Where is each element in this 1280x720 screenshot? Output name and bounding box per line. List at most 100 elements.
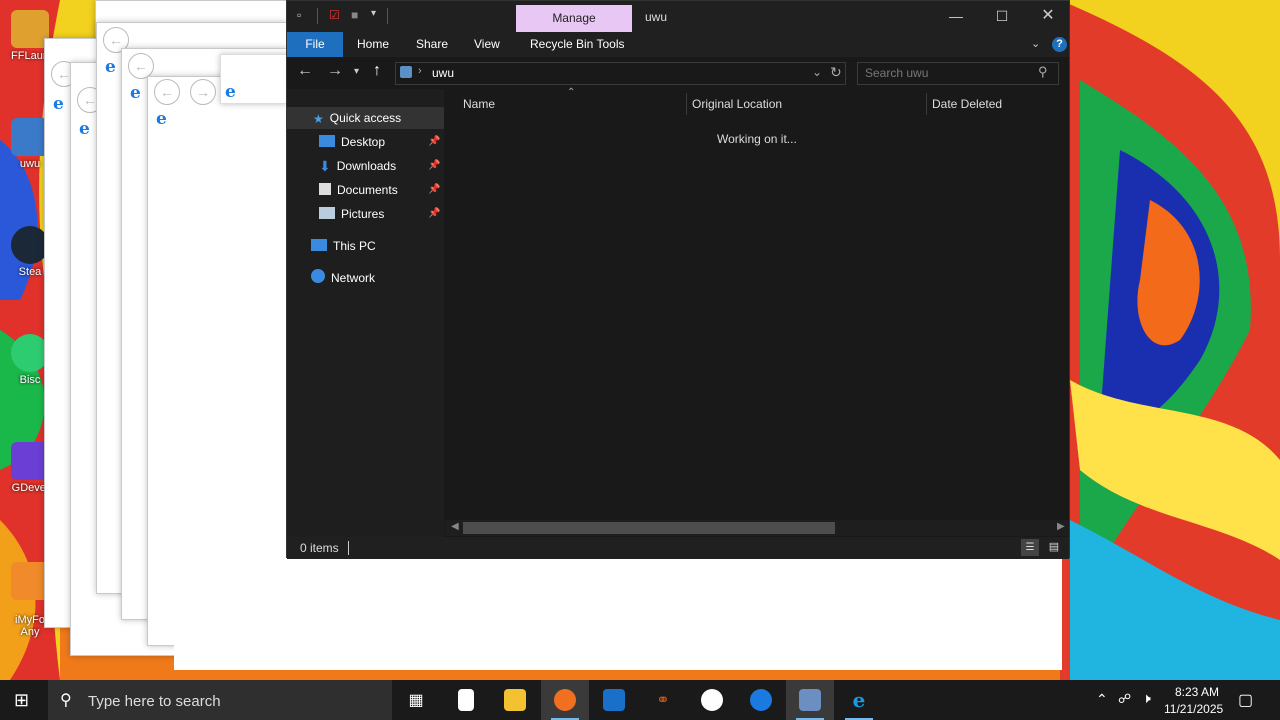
status-bar: 0 items ☰ ▤ [287,537,1069,559]
address-dropdown-icon[interactable]: ⌄ [812,65,822,79]
help-icon[interactable]: ? [1052,37,1067,52]
tab-view[interactable]: View [474,32,500,57]
up-icon[interactable]: ↑ [373,62,381,80]
search-placeholder: Type here to search [88,693,221,710]
network-icon [311,269,325,283]
internet-explorer-icon: e [130,83,141,103]
sidebar-item-pictures[interactable]: Pictures [319,203,384,225]
file-list[interactable]: Name ⌃ Original Location Date Deleted Wo… [445,87,1069,537]
address-bar[interactable]: › uwu ⌄ ↻ [395,62,846,85]
minimize-icon[interactable]: — [933,5,979,29]
expand-ribbon-icon[interactable]: ⌄ [1031,32,1040,57]
firefox-icon [554,689,576,711]
taskbar-search[interactable]: ⚲ Type here to search [48,680,392,720]
close-icon[interactable]: ✕ [1025,5,1071,29]
taskbar-recycle-manage[interactable] [786,680,834,720]
sidebar-item-label: Network [331,271,376,285]
properties-icon[interactable]: ☑ [329,8,340,22]
taskbar: ⊞ ⚲ Type here to search ▦ ⚭ e ⌃ ☍ 🕨 8:23… [0,680,1280,720]
sidebar-item-desktop[interactable]: Desktop [319,131,385,153]
ie-address-fragment[interactable]: e [220,54,288,104]
taskbar-file-explorer[interactable] [491,680,539,720]
tab-manage[interactable]: Manage [516,5,632,32]
title-bar[interactable]: ▫ ☑ ■ ▾ Manage uwu — ☐ ✕ [287,1,1069,32]
refresh-icon[interactable]: ↻ [830,64,842,81]
horizontal-scrollbar[interactable]: ◀ ▶ [445,520,1069,536]
column-date-deleted[interactable]: Date Deleted [932,97,1002,111]
volume-icon[interactable]: 🕨 [1142,690,1151,707]
details-view-icon[interactable]: ☰ [1021,539,1039,556]
internet-explorer-icon: e [852,688,866,712]
ie-window-fragment [174,644,1062,670]
clock-time[interactable]: 8:23 AM [1172,685,1222,699]
forward-icon[interactable]: → [327,62,343,80]
sidebar-item-documents[interactable]: Documents [319,179,398,201]
recycle-bin-icon [400,66,412,78]
tab-recycle-bin-tools[interactable]: Recycle Bin Tools [530,32,625,57]
column-divider[interactable] [926,93,927,115]
navigation-pane: ★ Quick access Desktop 📌 ⬇ Downloads 📌 Doc… [287,89,444,537]
sidebar-item-this-pc[interactable]: This PC [311,235,376,257]
scrollbar-thumb[interactable] [463,522,835,534]
this-pc-icon [311,239,327,251]
taskbar-amazon[interactable] [688,680,736,720]
task-view-button[interactable]: ▦ [392,680,440,720]
column-divider[interactable] [686,93,687,115]
back-icon[interactable]: ← [154,79,180,105]
address-row: ← → ▾ ↑ › uwu ⌄ ↻ Search uwu ⚲ [287,57,1069,89]
windows-start-icon[interactable]: ⊞ [14,690,29,711]
sidebar-item-quick-access[interactable]: ★ Quick access [313,107,401,129]
network-icon[interactable]: ☍ [1118,691,1131,707]
item-count: 0 items [300,541,339,555]
tab-file[interactable]: File [287,32,343,57]
sidebar-item-network[interactable]: Network [311,267,375,289]
amazon-icon [701,689,723,711]
maximize-icon[interactable]: ☐ [979,5,1025,29]
star-icon: ★ [313,112,324,126]
back-icon[interactable]: ← [297,62,313,80]
new-folder-icon[interactable]: ■ [351,8,358,22]
search-placeholder: Search uwu [865,66,929,80]
blue-app-icon [750,689,772,711]
column-original-location[interactable]: Original Location [692,97,782,111]
chevron-up-icon[interactable]: ⌃ [1096,691,1108,708]
notepad-icon [458,689,474,711]
recycle-manage-icon [799,689,821,711]
downloads-folder-icon: ⬇ [319,158,331,174]
taskbar-blue-app[interactable] [737,680,785,720]
sidebar-item-label: Downloads [336,159,397,173]
internet-explorer-icon: e [105,57,116,77]
pin-icon: 📌 [428,208,441,219]
forward-icon[interactable]: → [190,79,216,105]
taskbar-outlook[interactable] [590,680,638,720]
pin-icon: 📌 [428,160,441,171]
taskbar-firefox[interactable] [541,680,589,720]
clock-date[interactable]: 11/21/2025 [1164,702,1223,716]
chevron-right-icon: › [418,65,422,77]
scroll-left-icon[interactable]: ◀ [451,521,459,532]
customize-qat-icon[interactable]: ▾ [371,8,376,19]
large-icons-view-icon[interactable]: ▤ [1045,539,1063,556]
scroll-right-icon[interactable]: ▶ [1057,521,1065,532]
pin-icon: 📌 [428,136,441,147]
search-input[interactable]: Search uwu ⚲ [857,62,1059,85]
search-icon[interactable]: ⚲ [1038,64,1048,80]
taskbar-notepad[interactable] [442,680,490,720]
file-explorer-window[interactable]: ▫ ☑ ■ ▾ Manage uwu — ☐ ✕ File Home Share… [286,0,1070,559]
desktop-folder-icon [319,135,335,147]
pictures-folder-icon [319,207,335,219]
sidebar-item-downloads[interactable]: ⬇ Downloads [319,155,396,177]
loading-text: Working on it... [717,132,797,146]
notifications-icon[interactable]: ▢ [1238,690,1253,710]
taskbar-internet-explorer[interactable]: e [835,680,883,720]
ribbon-tabs: File Home Share View Recycle Bin Tools ⌄… [287,32,1069,57]
tab-home[interactable]: Home [357,32,389,57]
sidebar-item-label: Desktop [341,135,386,149]
sidebar-item-label: This PC [333,239,376,253]
recent-locations-icon[interactable]: ▾ [354,66,359,77]
internet-explorer-icon: e [156,109,167,129]
tab-share[interactable]: Share [416,32,448,57]
taskbar-bug-app[interactable]: ⚭ [639,680,687,720]
recycle-bin-icon: ▫ [297,8,302,22]
column-name[interactable]: Name [463,97,495,111]
